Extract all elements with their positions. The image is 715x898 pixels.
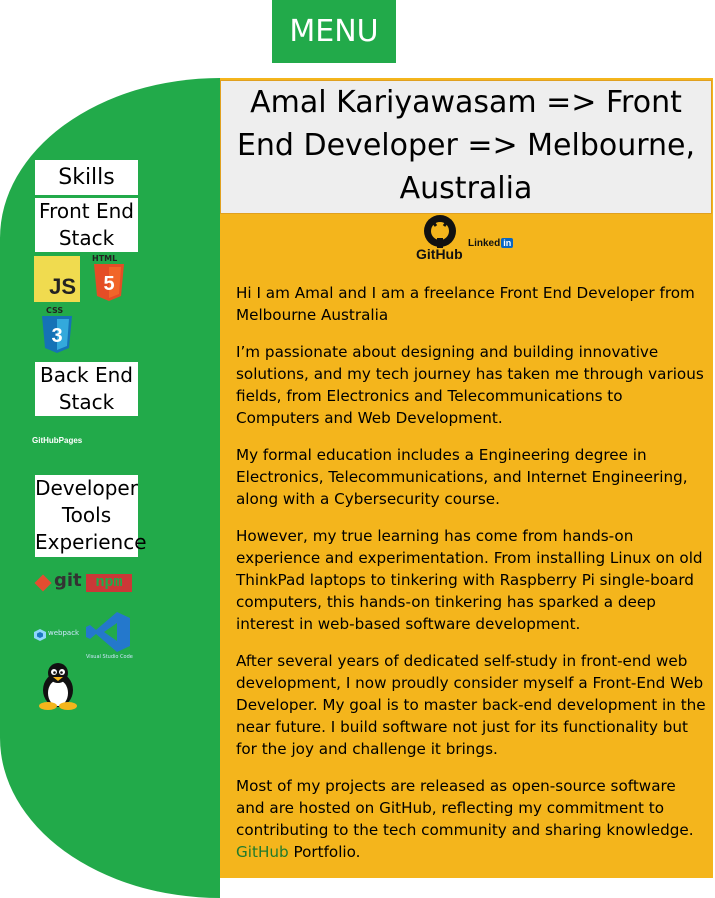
backend-stack-heading: Back End Stack <box>35 362 138 416</box>
linkedin-link[interactable]: Linked in <box>468 231 514 249</box>
skills-heading: Skills <box>35 160 138 195</box>
css3-icon: CSS 3 <box>40 306 76 354</box>
menu-button[interactable]: MENU <box>272 0 396 63</box>
javascript-icon: JS <box>34 256 80 302</box>
bio-text: Hi I am Amal and I am a freelance Front … <box>236 282 706 878</box>
vscode-icon: Visual Studio Code <box>86 612 134 662</box>
npm-icon: npm <box>86 574 132 592</box>
github-portfolio-link[interactable]: GitHub <box>236 843 289 861</box>
bio-paragraph: However, my true learning has come from … <box>236 527 703 633</box>
bio-paragraph: Hi I am Amal and I am a freelance Front … <box>236 284 695 324</box>
github-icon <box>424 215 456 248</box>
page-title: Amal Kariyawasam => Front End Developer … <box>220 80 712 214</box>
linkedin-icon: in <box>501 238 514 248</box>
frontend-stack-heading: Front End Stack <box>35 198 138 252</box>
developer-tools-heading: Developer Tools Experience <box>35 475 147 557</box>
bio-paragraph: Most of my projects are released as open… <box>236 777 694 861</box>
bio-paragraph: I’m passionate about designing and build… <box>236 343 704 427</box>
linux-tux-icon <box>38 662 78 710</box>
html5-icon: HTML 5 <box>90 254 128 302</box>
svg-text:5: 5 <box>103 273 114 295</box>
svg-text:3: 3 <box>51 325 62 347</box>
main-content: Amal Kariyawasam => Front End Developer … <box>220 78 713 878</box>
github-pages-icon: GitHubPages <box>32 436 83 445</box>
bio-paragraph: After several years of dedicated self-st… <box>236 652 706 758</box>
bio-paragraph: My formal education includes a Engineeri… <box>236 446 688 508</box>
github-link[interactable]: GitHub <box>414 214 466 264</box>
